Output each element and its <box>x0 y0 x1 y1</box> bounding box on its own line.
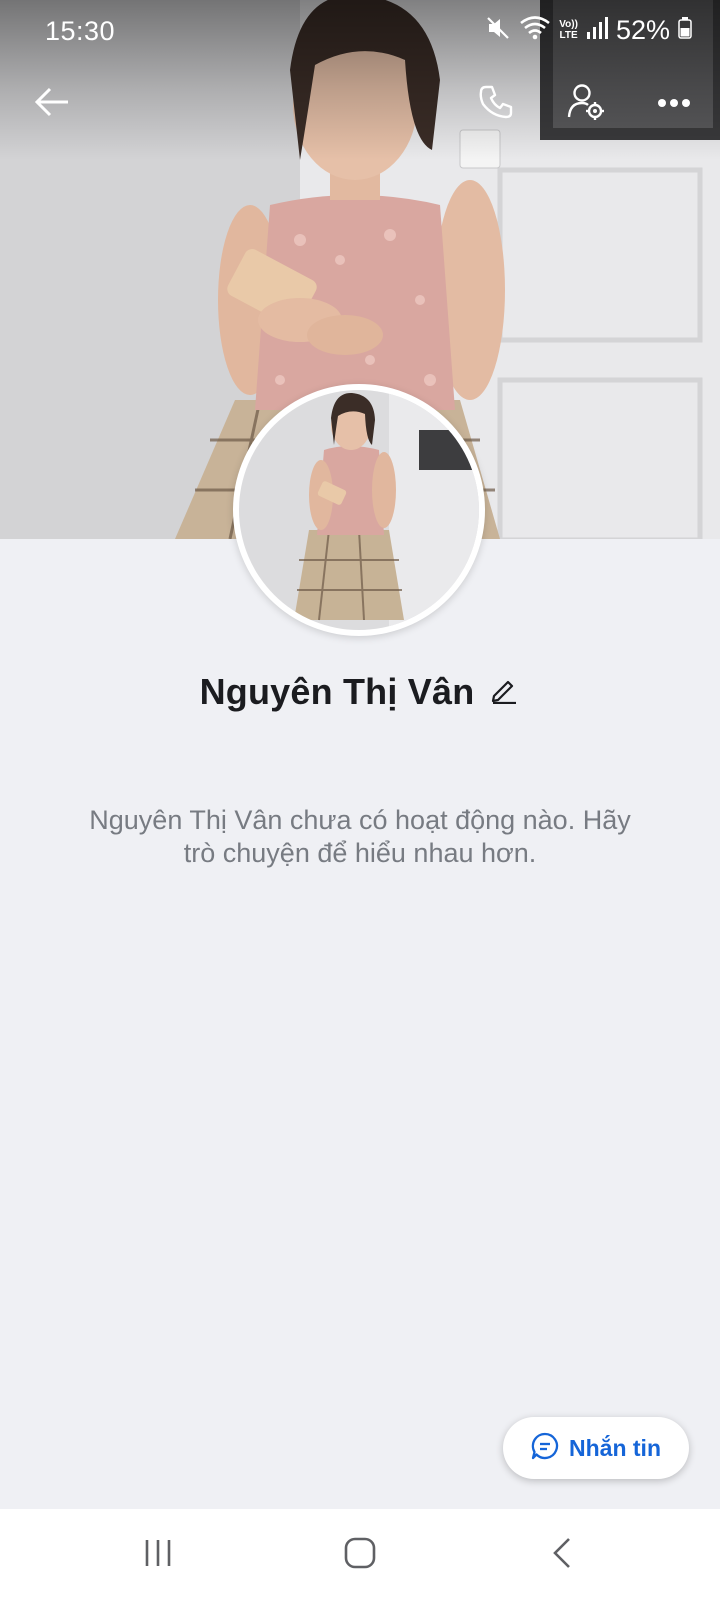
status-icons: Vo)) LTE 52% <box>485 14 692 46</box>
home-button[interactable] <box>320 1527 400 1583</box>
back-arrow-icon <box>34 87 70 122</box>
phone-icon <box>478 84 514 125</box>
chat-bubble-icon <box>531 1432 559 1465</box>
system-navigation-bar <box>0 1509 720 1600</box>
recent-apps-icon <box>143 1538 173 1573</box>
home-icon <box>343 1536 377 1575</box>
back-icon <box>551 1537 573 1574</box>
avatar-image <box>239 390 479 630</box>
avatar[interactable] <box>233 384 485 636</box>
more-options-icon <box>657 95 691 113</box>
status-time: 15:30 <box>45 16 116 46</box>
signal-icon <box>586 16 608 45</box>
volte-icon: Vo)) LTE <box>559 19 578 41</box>
profile-name-row: Nguyên Thị Vân <box>0 667 720 717</box>
battery-percent: 52% <box>615 14 670 45</box>
mute-icon <box>485 15 511 46</box>
empty-activity-message: Nguyên Thị Vân chưa có hoạt động nào. Hã… <box>89 805 631 868</box>
edit-name-button[interactable] <box>488 676 520 708</box>
send-message-button[interactable]: Nhắn tin <box>503 1417 689 1479</box>
wifi-icon <box>519 15 551 46</box>
profile-settings-button[interactable] <box>558 76 614 132</box>
user-settings-icon <box>566 82 606 127</box>
profile-name: Nguyên Thị Vân <box>199 671 475 712</box>
call-button[interactable] <box>468 76 524 132</box>
status-bar: 15:30 Vo)) LTE 52% <box>0 0 720 60</box>
more-options-button[interactable] <box>646 76 702 132</box>
battery-icon <box>678 16 692 44</box>
volte-label-top: Vo)) <box>559 19 578 30</box>
system-back-button[interactable] <box>522 1527 602 1583</box>
send-message-label: Nhắn tin <box>569 1434 661 1461</box>
pencil-icon <box>490 676 518 709</box>
recent-apps-button[interactable] <box>118 1527 198 1583</box>
back-button[interactable] <box>24 76 80 132</box>
volte-label-bottom: LTE <box>559 30 578 41</box>
